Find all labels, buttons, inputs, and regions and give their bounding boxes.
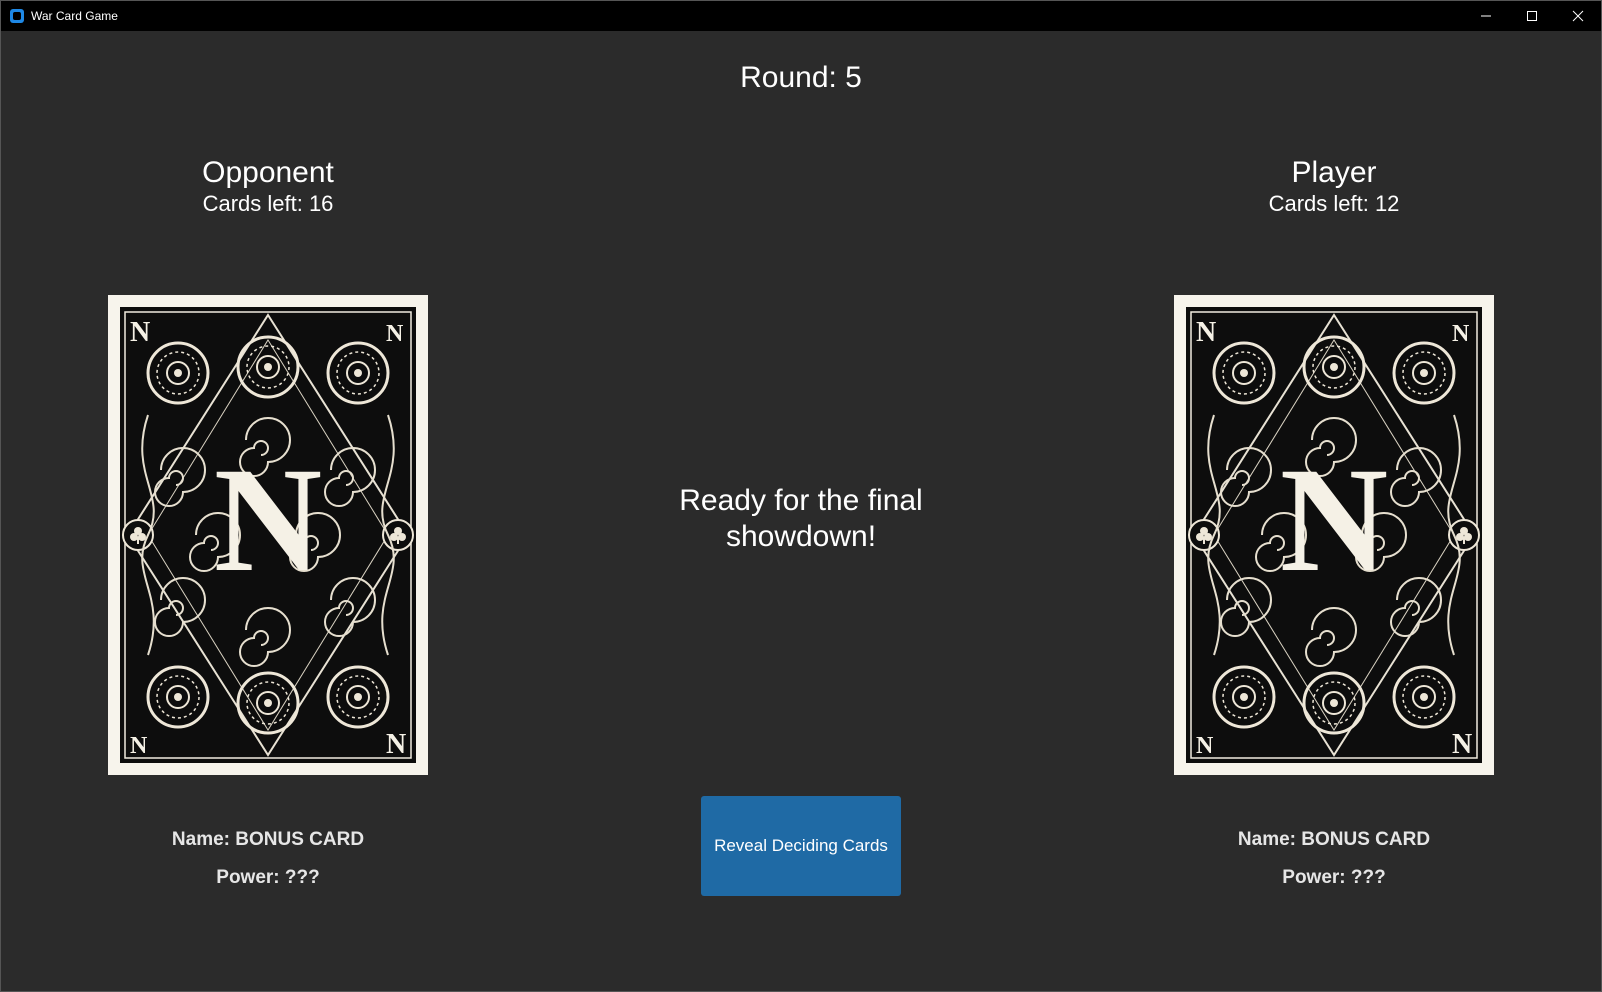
player-name: Player (1291, 156, 1377, 189)
opponent-card-back[interactable]: N N N N N (108, 295, 428, 775)
window-title: War Card Game (31, 9, 118, 23)
reveal-deciding-cards-button[interactable]: Reveal Deciding Cards (701, 796, 901, 896)
player-card-back[interactable]: N N N N N (1174, 295, 1494, 775)
maximize-button[interactable] (1509, 1, 1555, 31)
player-panel: Player Cards left: 12 N N N N N Name: BONUS … (1174, 156, 1494, 888)
opponent-cards-left: Cards left: 16 (202, 191, 334, 216)
close-button[interactable] (1555, 1, 1601, 31)
title-bar[interactable]: War Card Game (1, 1, 1601, 31)
opponent-name: Opponent (202, 156, 334, 189)
svg-text:N: N (130, 317, 150, 348)
svg-text:N: N (214, 437, 322, 603)
status-message: Ready for the final showdown! (679, 484, 923, 553)
svg-text:N: N (386, 321, 404, 347)
player-cards-left: Cards left: 12 (1268, 191, 1400, 216)
svg-text:N: N (1452, 729, 1472, 760)
round-counter: Round: 5 (740, 61, 862, 94)
maximize-icon (1527, 11, 1537, 21)
svg-text:N: N (1196, 317, 1216, 348)
player-card-power: Power: ??? (1282, 867, 1386, 888)
game-area: Round: 5 Opponent Cards left: 16 N N N N N N… (1, 31, 1601, 991)
close-icon (1572, 10, 1584, 22)
svg-text:N: N (386, 729, 406, 760)
svg-text:N: N (1280, 437, 1388, 603)
opponent-panel: Opponent Cards left: 16 N N N N N Name: BONU… (108, 156, 428, 888)
opponent-card-power: Power: ??? (216, 867, 320, 888)
minimize-icon (1481, 15, 1491, 17)
app-window: War Card Game Round: 5 Opponent Cards le… (0, 0, 1602, 992)
svg-text:N: N (130, 733, 148, 759)
svg-text:N: N (1452, 321, 1470, 347)
opponent-card-info: Name: BONUS CARD Power: ??? (108, 828, 428, 904)
opponent-card-name: Name: BONUS CARD (171, 829, 365, 850)
minimize-button[interactable] (1463, 1, 1509, 31)
svg-text:N: N (1196, 733, 1214, 759)
player-card-name: Name: BONUS CARD (1237, 829, 1431, 850)
player-card-info: Name: BONUS CARD Power: ??? (1174, 828, 1494, 904)
app-icon (10, 9, 24, 23)
